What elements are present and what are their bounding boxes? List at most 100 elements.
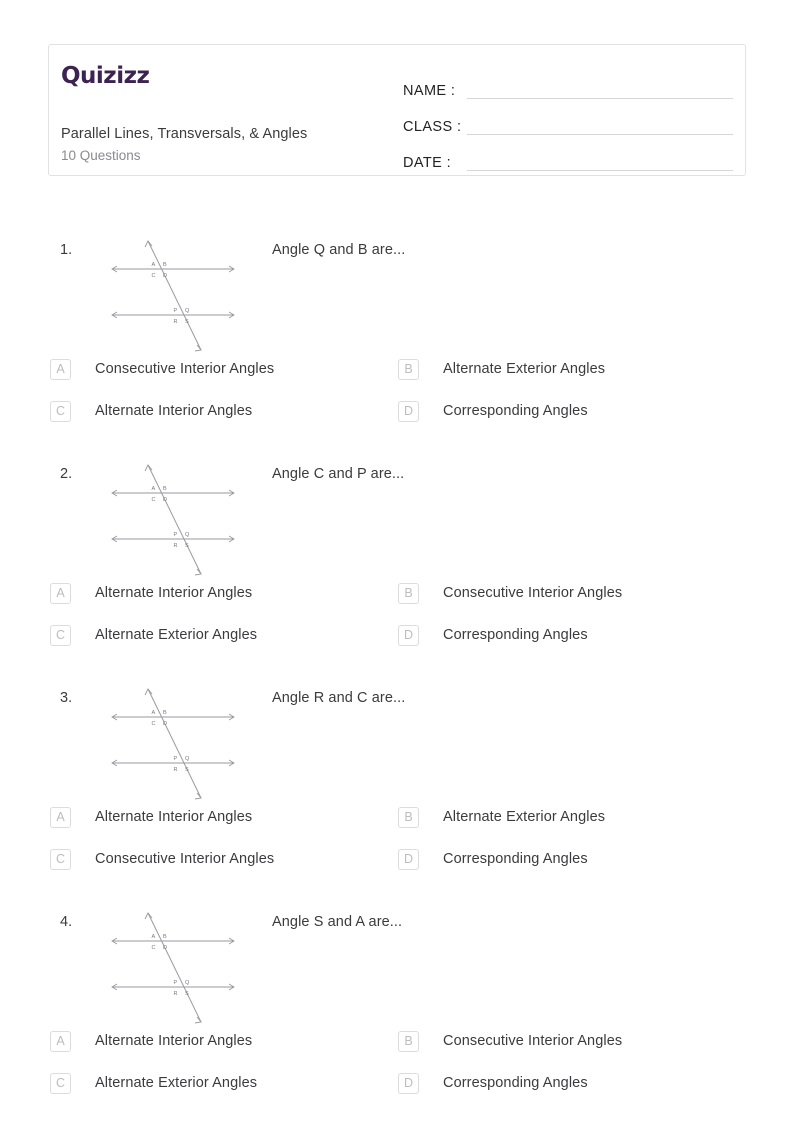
option-label: Alternate Interior Angles [95,809,253,825]
question-prompt: Angle S and A are... [272,914,403,930]
question-header: 1. A B C D P Q R S Angle Q and B are... [48,236,748,356]
answer-option[interactable]: A Alternate Interior Angles [50,804,252,830]
option-label: Corresponding Angles [443,851,588,867]
option-label: Alternate Interior Angles [95,585,253,601]
question-count: 10 Questions [61,148,141,163]
date-input-line[interactable] [467,169,733,171]
question-figure: A B C D P Q R S [106,460,251,580]
question-prompt: Angle R and C are... [272,690,406,706]
figure-label-b: B [163,710,167,716]
answer-options: A Consecutive Interior Angles B Alternate E… [48,356,748,440]
option-letter: C [50,848,71,870]
answer-option[interactable]: C Alternate Interior Angles [50,398,252,424]
figure-label-q: Q [185,756,190,762]
name-field-label: NAME : [403,83,456,99]
figure-label-p: P [174,532,178,538]
answer-option[interactable]: A Consecutive Interior Angles [50,356,274,382]
question-header: 3. A B C D P Q R S Angle R and C are... [48,684,748,804]
figure-label-p: P [174,308,178,314]
option-row: A Alternate Interior Angles B Alternate Ext… [48,804,748,846]
answer-option[interactable]: C Consecutive Interior Angles [50,846,274,872]
figure-label-r: R [174,991,178,997]
question-block: 4. A B C D P Q R S Angle S and A are... A Alternate… [48,908,748,1112]
figure-label-b: B [163,934,167,940]
figure-label-c: C [152,945,156,951]
answer-option[interactable]: C Alternate Exterior Angles [50,622,257,648]
class-input-line[interactable] [467,133,733,135]
answer-option[interactable]: D Corresponding Angles [398,622,588,648]
option-letter: A [50,806,71,828]
question-header: 4. A B C D P Q R S Angle S and A are... [48,908,748,1028]
figure-label-s: S [185,543,189,549]
figure-label-q: Q [185,308,190,314]
answer-option[interactable]: B Consecutive Interior Angles [398,580,622,606]
figure-label-q: Q [185,532,190,538]
option-row: C Alternate Exterior Angles D Corresponding… [48,622,748,664]
answer-options: A Alternate Interior Angles B Consecutive I… [48,1028,748,1112]
option-row: A Consecutive Interior Angles B Alternate E… [48,356,748,398]
parallel-lines-transversal-diagram: A B C D P Q R S [111,464,235,576]
question-number: 4. [60,914,73,930]
option-label: Alternate Interior Angles [95,1033,253,1049]
figure-label-s: S [185,767,189,773]
header-left-column: Quizizz Parallel Lines, Transversals, & … [61,45,411,175]
answer-option[interactable]: D Corresponding Angles [398,398,588,424]
answer-option[interactable]: C Alternate Exterior Angles [50,1070,257,1096]
question-block: 1. A B C D P Q R S Angle Q and B are... A Consecuti… [48,236,748,440]
option-letter: B [398,582,419,604]
option-letter: D [398,624,419,646]
figure-label-a: A [152,934,156,940]
class-field-label: CLASS : [403,119,462,135]
option-row: C Alternate Exterior Angles D Corresponding… [48,1070,748,1112]
option-label: Corresponding Angles [443,403,588,419]
answer-option[interactable]: B Alternate Exterior Angles [398,356,605,382]
option-letter: A [50,358,71,380]
answer-option[interactable]: D Corresponding Angles [398,846,588,872]
answer-option[interactable]: A Alternate Interior Angles [50,580,252,606]
option-row: C Consecutive Interior Angles D Correspondi… [48,846,748,888]
figure-label-c: C [152,497,156,503]
question-number: 3. [60,690,73,706]
student-info-fields: NAME : CLASS : DATE : [403,67,733,175]
figure-label-b: B [163,262,167,268]
option-label: Alternate Exterior Angles [443,361,606,377]
option-row: C Alternate Interior Angles D Corresponding… [48,398,748,440]
date-field-row: DATE : [403,139,733,175]
option-label: Alternate Exterior Angles [443,809,606,825]
figure-label-r: R [174,319,178,325]
figure-label-a: A [152,486,156,492]
page-title: Parallel Lines, Transversals, & Angles [61,126,308,142]
figure-label-s: S [185,991,189,997]
figure-label-d: D [163,497,167,503]
option-letter: D [398,848,419,870]
option-letter: B [398,358,419,380]
figure-label-p: P [174,980,178,986]
figure-label-d: D [163,273,167,279]
question-header: 2. A B C D P Q R S Angle C and P are... [48,460,748,580]
option-letter: C [50,1072,71,1094]
figure-label-b: B [163,486,167,492]
option-label: Consecutive Interior Angles [443,1033,623,1049]
option-label: Corresponding Angles [443,1075,588,1091]
answer-option[interactable]: A Alternate Interior Angles [50,1028,252,1054]
option-letter: A [50,1030,71,1052]
answer-option[interactable]: D Corresponding Angles [398,1070,588,1096]
option-letter: C [50,624,71,646]
option-row: A Alternate Interior Angles B Consecutive I… [48,1028,748,1070]
answer-option[interactable]: B Consecutive Interior Angles [398,1028,622,1054]
question-number: 1. [60,242,73,258]
figure-label-s: S [185,319,189,325]
question-figure: A B C D P Q R S [106,236,251,356]
date-field-label: DATE : [403,155,452,171]
question-block: 3. A B C D P Q R S Angle R and C are... A Alternate… [48,684,748,888]
name-field-row: NAME : [403,67,733,103]
option-label: Alternate Exterior Angles [95,1075,258,1091]
option-label: Alternate Interior Angles [95,403,253,419]
name-input-line[interactable] [467,97,733,99]
worksheet-header-card: Quizizz Parallel Lines, Transversals, & … [48,44,746,176]
figure-label-a: A [152,262,156,268]
figure-label-p: P [174,756,178,762]
answer-option[interactable]: B Alternate Exterior Angles [398,804,605,830]
option-letter: D [398,1072,419,1094]
question-block: 2. A B C D P Q R S Angle C and P are... A Alternate… [48,460,748,664]
